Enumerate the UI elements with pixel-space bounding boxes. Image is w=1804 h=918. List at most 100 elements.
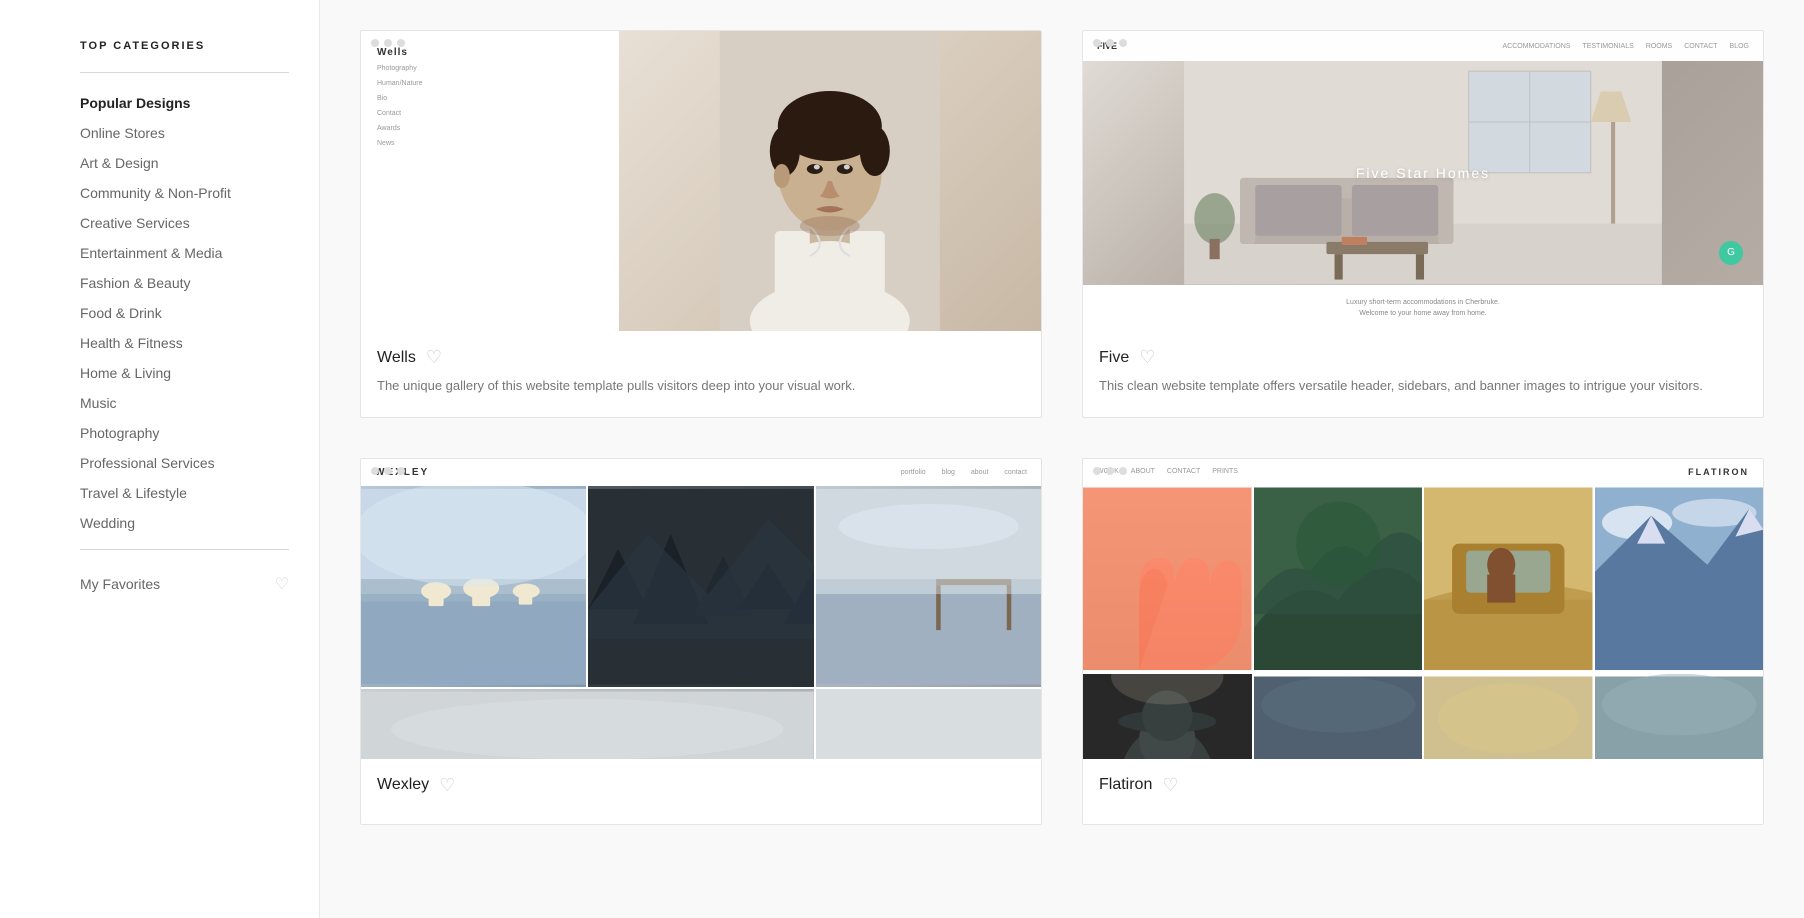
chrome-dot [1106, 39, 1114, 47]
template-card-flatiron[interactable]: WORK ABOUT CONTACT PRINTS FLATIRON [1082, 458, 1764, 825]
five-footer-line1: Luxury short-term accommodations in Cher… [1097, 297, 1749, 308]
chrome-dot [371, 39, 379, 47]
sidebar-item-fashion-beauty[interactable]: Fashion & Beauty [80, 269, 289, 297]
five-nav-bar: FIVE ACCOMMODATIONS TESTIMONIALS ROOMS C… [1083, 31, 1763, 61]
wells-name-row: Wells ♡ [377, 347, 1025, 368]
five-nav-item: ACCOMMODATIONS [1503, 43, 1571, 50]
flatiron-preview: WORK ABOUT CONTACT PRINTS FLATIRON [1083, 459, 1763, 759]
chrome-dot [371, 467, 379, 475]
wells-nav-humannature: Human/Nature [377, 79, 603, 88]
sidebar-item-wedding[interactable]: Wedding [80, 509, 289, 537]
five-description: This clean website template offers versa… [1099, 376, 1747, 397]
flatiron-preview-content: WORK ABOUT CONTACT PRINTS FLATIRON [1083, 459, 1763, 759]
main-content: Wells Photography Human/Nature Bio Conta… [320, 0, 1804, 918]
flatiron-template-name: Flatiron [1099, 776, 1152, 794]
sidebar-divider [80, 72, 289, 73]
sidebar-title: TOP CATEGORIES [80, 40, 289, 52]
template-card-wexley[interactable]: WEXLEY portfolio blog about contact [360, 458, 1042, 825]
sidebar-item-travel-lifestyle[interactable]: Travel & Lifestyle [80, 479, 289, 507]
chrome-dot [384, 39, 392, 47]
flatiron-name-row: Flatiron ♡ [1099, 775, 1747, 796]
wexley-nav-portfolio: portfolio [901, 469, 926, 476]
wells-preview: Wells Photography Human/Nature Bio Conta… [361, 31, 1041, 331]
five-footer-line2: Welcome to your home away from home. [1097, 308, 1749, 319]
wexley-nav-bar: WEXLEY portfolio blog about contact [361, 459, 1041, 486]
five-template-name: Five [1099, 349, 1129, 367]
favorites-heart-icon[interactable]: ♡ [275, 574, 289, 594]
wells-nav-photography: Photography [377, 64, 603, 73]
five-preview-content: FIVE ACCOMMODATIONS TESTIMONIALS ROOMS C… [1083, 31, 1763, 331]
five-hero-text: Five Star Homes [1356, 165, 1490, 181]
sidebar-item-health-fitness[interactable]: Health & Fitness [80, 329, 289, 357]
sidebar-item-art-design[interactable]: Art & Design [80, 149, 289, 177]
five-nav-item: CONTACT [1684, 43, 1717, 50]
flatiron-grid [1083, 485, 1763, 759]
flatiron-logo: FLATIRON [1688, 467, 1749, 477]
wells-main-image [619, 31, 1041, 331]
flatiron-img-3 [1424, 485, 1593, 673]
sidebar-item-entertainment-media[interactable]: Entertainment & Media [80, 239, 289, 267]
wells-description: The unique gallery of this website templ… [377, 376, 1025, 397]
five-preview: FIVE ACCOMMODATIONS TESTIMONIALS ROOMS C… [1083, 31, 1763, 331]
flatiron-img-6 [1254, 674, 1423, 758]
sidebar: TOP CATEGORIES Popular DesignsOnline Sto… [0, 0, 320, 918]
wexley-img-5 [816, 689, 1041, 759]
five-heart-icon[interactable]: ♡ [1139, 347, 1155, 368]
wexley-img-2 [588, 486, 813, 687]
wexley-grid [361, 486, 1041, 759]
chrome-dot [1119, 39, 1127, 47]
window-chrome-flatiron [1083, 459, 1137, 483]
flatiron-img-7 [1424, 674, 1593, 758]
wexley-nav-blog: blog [942, 469, 955, 476]
wexley-heart-icon[interactable]: ♡ [439, 775, 455, 796]
five-name-row: Five ♡ [1099, 347, 1747, 368]
favorites-item[interactable]: My Favorites ♡ [80, 566, 289, 602]
five-nav-item: ROOMS [1646, 43, 1672, 50]
flatiron-img-1 [1083, 485, 1252, 673]
wells-sidebar-panel: Wells Photography Human/Nature Bio Conta… [361, 31, 619, 331]
flatiron-nav-prints: PRINTS [1212, 468, 1238, 475]
wells-template-info: Wells ♡ The unique gallery of this websi… [361, 331, 1041, 417]
wells-nav-awards: Awards [377, 124, 603, 133]
five-footer: Luxury short-term accommodations in Cher… [1083, 285, 1763, 331]
wells-nav-bio: Bio [377, 94, 603, 103]
sidebar-divider-2 [80, 549, 289, 550]
sidebar-item-professional-services[interactable]: Professional Services [80, 449, 289, 477]
five-green-dot: G [1719, 241, 1743, 265]
sidebar-item-home-living[interactable]: Home & Living [80, 359, 289, 387]
sidebar-item-creative-services[interactable]: Creative Services [80, 209, 289, 237]
five-template-info: Five ♡ This clean website template offer… [1083, 331, 1763, 417]
sidebar-item-food-drink[interactable]: Food & Drink [80, 299, 289, 327]
flatiron-img-4 [1595, 485, 1764, 673]
favorites-label: My Favorites [80, 576, 160, 592]
chrome-dot [1119, 467, 1127, 475]
wexley-img-3 [816, 486, 1041, 687]
five-hero: Five Star Homes G [1083, 61, 1763, 285]
flatiron-nav-contact: CONTACT [1167, 468, 1200, 475]
flatiron-template-info: Flatiron ♡ [1083, 759, 1763, 824]
wexley-template-info: Wexley ♡ [361, 759, 1041, 824]
chrome-dot [397, 467, 405, 475]
wexley-nav-about: about [971, 469, 989, 476]
flatiron-heart-icon[interactable]: ♡ [1162, 775, 1178, 796]
wells-heart-icon[interactable]: ♡ [426, 347, 442, 368]
wexley-img-1 [361, 486, 586, 687]
sidebar-item-music[interactable]: Music [80, 389, 289, 417]
five-nav-item: BLOG [1730, 43, 1749, 50]
chrome-dot [1106, 467, 1114, 475]
wexley-name-row: Wexley ♡ [377, 775, 1025, 796]
chrome-dot [1093, 467, 1101, 475]
flatiron-img-8 [1595, 674, 1764, 758]
sidebar-item-community-non-profit[interactable]: Community & Non-Profit [80, 179, 289, 207]
category-nav: Popular DesignsOnline StoresArt & Design… [80, 89, 289, 537]
window-chrome-wexley [361, 459, 415, 483]
wells-nav-news: News [377, 139, 603, 148]
sidebar-item-popular-designs[interactable]: Popular Designs [80, 89, 289, 117]
template-card-five[interactable]: FIVE ACCOMMODATIONS TESTIMONIALS ROOMS C… [1082, 30, 1764, 418]
sidebar-item-photography[interactable]: Photography [80, 419, 289, 447]
chrome-dot [397, 39, 405, 47]
wells-nav-contact: Contact [377, 109, 603, 118]
sidebar-item-online-stores[interactable]: Online Stores [80, 119, 289, 147]
template-card-wells[interactable]: Wells Photography Human/Nature Bio Conta… [360, 30, 1042, 418]
flatiron-nav-bar: WORK ABOUT CONTACT PRINTS FLATIRON [1083, 459, 1763, 485]
